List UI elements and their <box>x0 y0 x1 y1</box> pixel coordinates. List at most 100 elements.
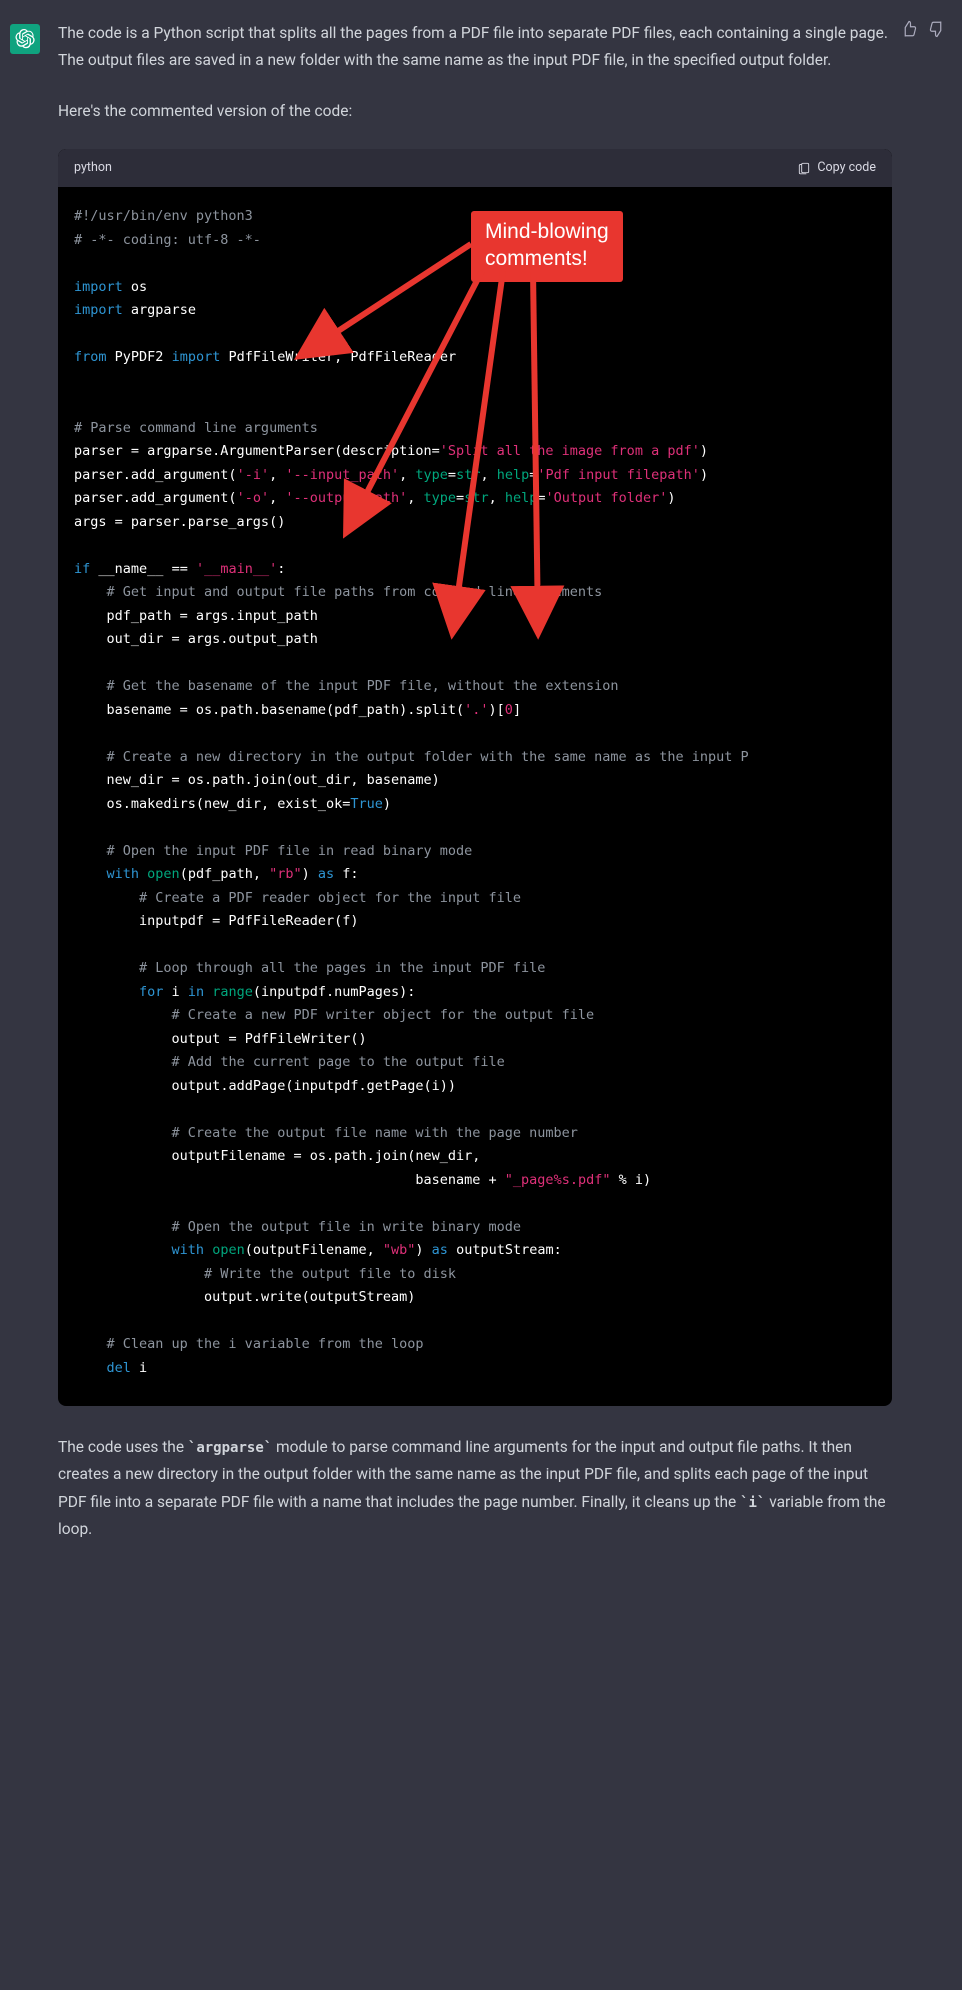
dunder: __name__ <box>98 561 163 577</box>
kw-in: in <box>188 984 204 1000</box>
kw-from: from <box>74 349 107 365</box>
string: '-i' <box>237 467 270 483</box>
code-line: output.addPage(inputpdf.getPage(i)) <box>172 1078 456 1094</box>
string: '--input_path' <box>285 467 399 483</box>
kw-del: del <box>107 1360 131 1376</box>
string: "wb" <box>383 1242 416 1258</box>
string: '--output_path' <box>285 490 407 506</box>
kw: type <box>415 467 448 483</box>
code-line: parser.add_argument( <box>74 467 237 483</box>
intro-paragraph: The code is a Python script that splits … <box>58 20 892 74</box>
copy-code-button[interactable]: Copy code <box>797 157 876 179</box>
builtin: str <box>464 490 488 506</box>
code-line: (outputFilename, <box>245 1242 383 1258</box>
comment: # Parse command line arguments <box>74 420 318 436</box>
code-line: outputStream: <box>448 1242 562 1258</box>
code-line: outputFilename = os.path.join(new_dir, <box>172 1148 481 1164</box>
string: '.' <box>464 702 488 718</box>
message-content: The code is a Python script that splits … <box>58 20 952 1567</box>
builtin: open <box>212 1242 245 1258</box>
kw-import: import <box>74 279 123 295</box>
string: '-o' <box>237 490 270 506</box>
comment: # Create a new directory in the output f… <box>107 749 749 765</box>
code-line: new_dir = os.path.join(out_dir, basename… <box>107 772 440 788</box>
comment: # Open the input PDF file in read binary… <box>107 843 473 859</box>
openai-logo-icon <box>15 29 35 49</box>
comment: # Clean up the i variable from the loop <box>107 1336 424 1352</box>
kw-if: if <box>74 561 90 577</box>
number: 0 <box>505 702 513 718</box>
code-line: (inputpdf.numPages): <box>253 984 416 1000</box>
builtin: str <box>456 467 480 483</box>
mod: os <box>131 279 147 295</box>
code-block-header: python Copy code <box>58 149 892 187</box>
comment: # Create a new PDF writer object for the… <box>172 1007 595 1023</box>
code-language-label: python <box>74 157 112 179</box>
second-paragraph: Here's the commented version of the code… <box>58 98 892 125</box>
bool: True <box>350 796 383 812</box>
comment: # Get input and output file paths from c… <box>107 584 603 600</box>
code-line: # -*- coding: utf-8 -*- <box>74 232 261 248</box>
outro-paragraph: The code uses the `argparse` module to p… <box>58 1434 892 1543</box>
code-line: ] <box>513 702 521 718</box>
code-line: ) <box>302 866 318 882</box>
avatar-column <box>10 20 58 1567</box>
comment: # Get the basename of the input PDF file… <box>107 678 619 694</box>
string: 'Output folder' <box>546 490 668 506</box>
code-line: #!/usr/bin/env python3 <box>74 208 253 224</box>
thumbs-down-icon[interactable] <box>928 20 946 47</box>
code-line: % i) <box>610 1172 651 1188</box>
kw-import: import <box>172 349 221 365</box>
op: == <box>163 561 196 577</box>
string: '__main__' <box>196 561 277 577</box>
builtin: range <box>212 984 253 1000</box>
comment: # Write the output file to disk <box>204 1266 456 1282</box>
code-line: )[ <box>489 702 505 718</box>
kw-with: with <box>172 1242 205 1258</box>
code-line: args = parser.parse_args() <box>74 514 285 530</box>
mod: argparse <box>131 302 196 318</box>
code-line: ) <box>383 796 391 812</box>
comment: # Create the output file name with the p… <box>172 1125 578 1141</box>
code-line: (pdf_path, <box>180 866 269 882</box>
names: PdfFileWriter, PdfFileReader <box>229 349 457 365</box>
code-line: os.makedirs(new_dir, exist_ok= <box>107 796 351 812</box>
kw-with: with <box>107 866 140 882</box>
inline-code: `i` <box>740 1495 765 1511</box>
assistant-avatar <box>10 24 40 54</box>
code-line: i <box>131 1360 147 1376</box>
string: "_page%s.pdf" <box>505 1172 611 1188</box>
comment: # Create a PDF reader object for the inp… <box>139 890 521 906</box>
string: "rb" <box>269 866 302 882</box>
assistant-message-row: The code is a Python script that splits … <box>0 20 962 1567</box>
code-line: ) <box>700 443 708 459</box>
code-line: parser.add_argument( <box>74 490 237 506</box>
feedback-buttons <box>900 20 946 47</box>
thumbs-up-icon[interactable] <box>900 20 918 47</box>
comment: # Add the current page to the output fil… <box>172 1054 505 1070</box>
string: 'Split all the image from a pdf' <box>440 443 700 459</box>
code-line: f: <box>334 866 358 882</box>
inline-code: `argparse` <box>188 1440 272 1456</box>
code-line: output.write(outputStream) <box>204 1289 415 1305</box>
comment: # Loop through all the pages in the inpu… <box>139 960 545 976</box>
copy-code-label: Copy code <box>817 157 876 179</box>
clipboard-icon <box>797 161 811 175</box>
code-line: out_dir = args.output_path <box>107 631 318 647</box>
code-line: inputpdf = PdfFileReader(f) <box>139 913 358 929</box>
kw-as: as <box>318 866 334 882</box>
mod: PyPDF2 <box>115 349 164 365</box>
comment: # Open the output file in write binary m… <box>172 1219 522 1235</box>
code-line: i <box>163 984 187 1000</box>
kw: type <box>424 490 457 506</box>
code-line: basename + <box>172 1172 505 1188</box>
outro-text: The code uses the <box>58 1438 188 1456</box>
code-line: pdf_path = args.input_path <box>107 608 318 624</box>
code-line: parser = argparse.ArgumentParser(descrip… <box>74 443 440 459</box>
code-content[interactable]: #!/usr/bin/env python3 # -*- coding: utf… <box>58 187 892 1406</box>
code-line: basename = os.path.basename(pdf_path).sp… <box>107 702 465 718</box>
kw-import: import <box>74 302 123 318</box>
code-line: output = PdfFileWriter() <box>172 1031 367 1047</box>
kw-for: for <box>139 984 163 1000</box>
kw-as: as <box>432 1242 448 1258</box>
